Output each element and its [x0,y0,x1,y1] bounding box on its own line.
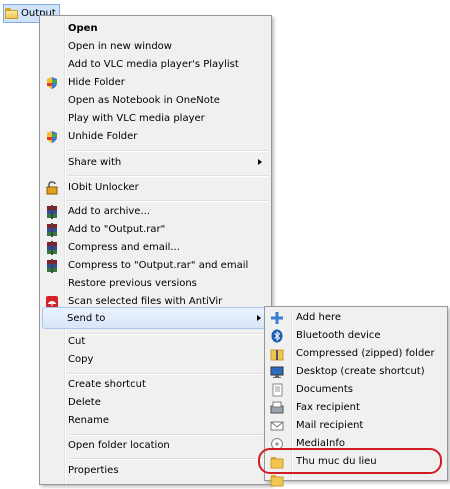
menu-item-compress-output-email[interactable]: Compress to "Output.rar" and email [42,256,269,275]
winrar-icon [44,258,60,274]
menu-item-label: Properties [68,465,119,476]
menu-item-label: MediaInfo [296,438,345,449]
menu-item-send-to[interactable]: Send to [42,307,269,329]
submenu-arrow-icon [258,159,262,165]
menu-item-hide-folder[interactable]: Hide Folder [42,73,269,92]
documents-icon [269,382,285,398]
menu-item-open-new-window[interactable]: Open in new window [42,37,269,56]
menu-item-label: Copy [68,354,94,365]
menu-item-restore-versions[interactable]: Restore previous versions [42,274,269,293]
bluetooth-icon [269,328,285,344]
send-to-more-folder[interactable] [267,470,445,489]
menu-item-unhide-folder[interactable]: Unhide Folder [42,127,269,146]
menu-item-label: Fax recipient [296,402,360,413]
unlock-padlock-icon [44,180,60,196]
menu-item-label: Scan selected files with AntiVir [68,296,223,307]
menu-item-label: Rename [68,415,110,426]
menu-item-label: Bluetooth device [296,330,381,341]
send-to-bluetooth[interactable]: Bluetooth device [267,326,445,345]
menu-separator [68,175,269,177]
winrar-icon [44,222,60,238]
menu-item-label: Documents [296,384,354,395]
winrar-icon [44,240,60,256]
context-menu: Open Open in new window Add to VLC media… [39,15,272,485]
menu-separator [68,458,269,460]
menu-item-compress-email[interactable]: Compress and email... [42,238,269,257]
menu-item-label: Open in new window [68,41,172,52]
menu-item-delete[interactable]: Delete [42,393,269,412]
menu-item-label: Add here [296,312,342,323]
fax-icon [269,400,285,416]
menu-item-label: Compressed (zipped) folder [296,348,435,359]
menu-item-cut[interactable]: Cut [42,332,269,351]
send-to-submenu: Add here Bluetooth device Compressed (zi… [264,306,448,486]
menu-item-label: Thu muc du lieu [296,456,377,467]
menu-item-iobit-unlocker[interactable]: IObit Unlocker [42,178,269,197]
menu-item-share-with[interactable]: Share with [42,153,269,172]
mediainfo-icon [269,436,285,452]
menu-item-add-archive[interactable]: Add to archive... [42,202,269,221]
menu-item-rename[interactable]: Rename [42,411,269,430]
send-to-documents[interactable]: Documents [267,380,445,399]
send-to-fax[interactable]: Fax recipient [267,398,445,417]
menu-item-label: Delete [68,397,101,408]
menu-item-label: Restore previous versions [68,278,197,289]
menu-item-label: Compress to "Output.rar" and email [68,260,249,271]
menu-item-label: Play with VLC media player [68,113,205,124]
menu-item-label: Open as Notebook in OneNote [68,95,220,106]
zip-folder-icon [269,346,285,362]
menu-item-label: IObit Unlocker [68,182,139,193]
menu-item-label: Unhide Folder [68,131,138,142]
menu-item-label: Compress and email... [68,242,180,253]
menu-item-label: Add to archive... [68,206,150,217]
menu-item-copy[interactable]: Copy [42,350,269,369]
menu-item-label: Send to [67,312,106,324]
send-to-add-here[interactable]: Add here [267,308,445,327]
menu-item-open-folder-location[interactable]: Open folder location [42,436,269,455]
menu-item-label: Add to VLC media player's Playlist [68,59,239,70]
menu-item-open[interactable]: Open [42,19,269,38]
menu-item-label: Create shortcut [68,379,146,390]
plus-icon [269,310,285,326]
uac-shield-icon [44,129,60,145]
menu-item-label: Open folder location [68,440,170,451]
menu-item-properties[interactable]: Properties [42,461,269,480]
menu-item-create-shortcut[interactable]: Create shortcut [42,375,269,394]
send-to-mediainfo[interactable]: MediaInfo [267,434,445,453]
send-to-mail[interactable]: Mail recipient [267,416,445,435]
desktop-icon [269,364,285,380]
menu-item-add-vlc-playlist[interactable]: Add to VLC media player's Playlist [42,55,269,74]
menu-item-play-vlc[interactable]: Play with VLC media player [42,109,269,128]
send-to-compressed-folder[interactable]: Compressed (zipped) folder [267,344,445,363]
menu-item-label: Share with [68,157,122,168]
mail-icon [269,418,285,434]
menu-item-label: Mail recipient [296,420,364,431]
menu-item-label: Cut [68,336,86,347]
winrar-icon [44,204,60,220]
menu-item-label: Hide Folder [68,77,125,88]
menu-item-label: Desktop (create shortcut) [296,366,425,377]
menu-separator [68,150,269,152]
menu-item-label: Add to "Output.rar" [68,224,166,235]
menu-item-add-output-rar[interactable]: Add to "Output.rar" [42,220,269,239]
uac-shield-icon [44,75,60,91]
menu-item-label: Open [68,23,98,34]
folder-icon [269,454,285,470]
folder-icon [5,8,18,19]
send-to-desktop[interactable]: Desktop (create shortcut) [267,362,445,381]
menu-item-open-onenote[interactable]: Open as Notebook in OneNote [42,91,269,110]
folder-icon [269,472,285,488]
send-to-thu-muc-du-lieu[interactable]: Thu muc du lieu [267,452,445,471]
submenu-arrow-icon [257,315,261,321]
